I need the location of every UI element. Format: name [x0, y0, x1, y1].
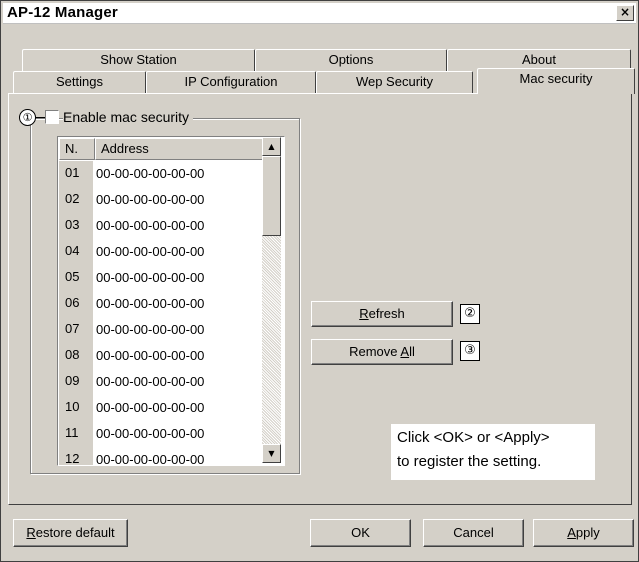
tab-label: Settings — [56, 74, 103, 89]
tab-ip-configuration[interactable]: IP Configuration — [146, 71, 316, 93]
row-mac-address[interactable]: 00-00-00-00-00-00 — [96, 291, 204, 317]
restore-default-button[interactable]: Restore default — [13, 519, 128, 547]
cancel-button[interactable]: Cancel — [423, 519, 524, 547]
enable-mac-security-label: Enable mac security — [63, 109, 194, 125]
ok-button[interactable]: OK — [310, 519, 411, 547]
row-mac-address[interactable]: 00-00-00-00-00-00 — [96, 187, 204, 213]
list-vertical-scrollbar[interactable]: ▲ ▼ — [262, 137, 281, 463]
row-number[interactable]: 05 — [59, 265, 93, 291]
tab-label: IP Configuration — [184, 74, 278, 89]
tab-label: Wep Security — [355, 74, 434, 89]
instruction-note: Click <OK> or <Apply> to register the se… — [391, 424, 595, 480]
row-number[interactable]: 06 — [59, 291, 93, 317]
row-number[interactable]: 11 — [59, 421, 93, 447]
apply-mnemonic: A — [567, 525, 576, 540]
mac-address-list[interactable]: N. Address 01 00-00-00-00-00-00 02 00-00-00… — [57, 136, 285, 466]
remove-all-mnemonic: A — [400, 344, 410, 359]
tab-label: Options — [328, 52, 374, 67]
row-mac-address[interactable]: 00-00-00-00-00-00 — [96, 161, 204, 187]
close-button[interactable]: × — [616, 5, 634, 21]
restore-mnemonic: R — [26, 525, 36, 540]
scroll-thumb[interactable] — [262, 156, 281, 236]
row-number[interactable]: 02 — [59, 187, 93, 213]
row-mac-address[interactable]: 00-00-00-00-00-00 — [96, 317, 204, 343]
tab-label: Show Station — [100, 52, 177, 67]
column-header-address[interactable]: Address — [95, 138, 263, 160]
row-mac-address[interactable]: 00-00-00-00-00-00 — [96, 369, 204, 395]
row-mac-address[interactable]: 00-00-00-00-00-00 — [96, 395, 204, 421]
row-number[interactable]: 01 — [59, 161, 93, 187]
apply-label: pply — [575, 525, 600, 540]
note-line-1: Click <OK> or <Apply> — [397, 429, 550, 446]
scroll-down-arrow-icon[interactable]: ▼ — [262, 444, 281, 463]
tab-settings[interactable]: Settings — [13, 71, 146, 93]
tab-show-station[interactable]: Show Station — [22, 49, 255, 71]
row-mac-address[interactable]: 00-00-00-00-00-00 — [96, 213, 204, 239]
note-line-2: to register the setting. — [397, 453, 542, 470]
row-mac-address[interactable]: 00-00-00-00-00-00 — [96, 421, 204, 447]
callout-2: ② — [460, 304, 480, 324]
row-mac-address[interactable]: 00-00-00-00-00-00 — [96, 239, 204, 265]
apply-button[interactable]: Apply — [533, 519, 634, 547]
row-number[interactable]: 08 — [59, 343, 93, 369]
tab-wep-security[interactable]: Wep Security — [316, 71, 473, 93]
refresh-mnemonic: R — [359, 306, 369, 321]
callout-1: ① — [19, 109, 36, 126]
title-bar: AP-12 Manager × — [3, 3, 636, 24]
callout-3: ③ — [460, 341, 480, 361]
enable-mac-security-checkbox[interactable] — [45, 110, 59, 124]
window-title: AP-12 Manager — [7, 4, 118, 21]
row-number[interactable]: 12 — [59, 447, 93, 465]
restore-label: estore default — [35, 525, 115, 540]
column-header-number[interactable]: N. — [59, 138, 95, 160]
row-number[interactable]: 10 — [59, 395, 93, 421]
remove-all-label-rest: ll — [409, 344, 415, 359]
row-mac-address[interactable]: 00-00-00-00-00-00 — [96, 265, 204, 291]
row-number[interactable]: 07 — [59, 317, 93, 343]
row-mac-address[interactable]: 00-00-00-00-00-00 — [96, 343, 204, 369]
tab-label: About — [522, 52, 556, 67]
remove-all-button[interactable]: Remove All — [311, 339, 453, 365]
row-number[interactable]: 09 — [59, 369, 93, 395]
row-number[interactable]: 04 — [59, 239, 93, 265]
row-mac-address[interactable]: 00-00-00-00-00-00 — [96, 447, 204, 465]
remove-all-label: Remove — [349, 344, 401, 359]
row-number[interactable]: 03 — [59, 213, 93, 239]
tab-label: Mac security — [519, 71, 593, 86]
refresh-button[interactable]: Refresh — [311, 301, 453, 327]
refresh-label: efresh — [368, 306, 405, 321]
app-window: AP-12 Manager × Show Station Options Abo… — [0, 0, 639, 562]
tab-mac-security[interactable]: Mac security — [477, 68, 635, 94]
tab-options[interactable]: Options — [255, 49, 447, 71]
scroll-up-arrow-icon[interactable]: ▲ — [262, 137, 281, 156]
